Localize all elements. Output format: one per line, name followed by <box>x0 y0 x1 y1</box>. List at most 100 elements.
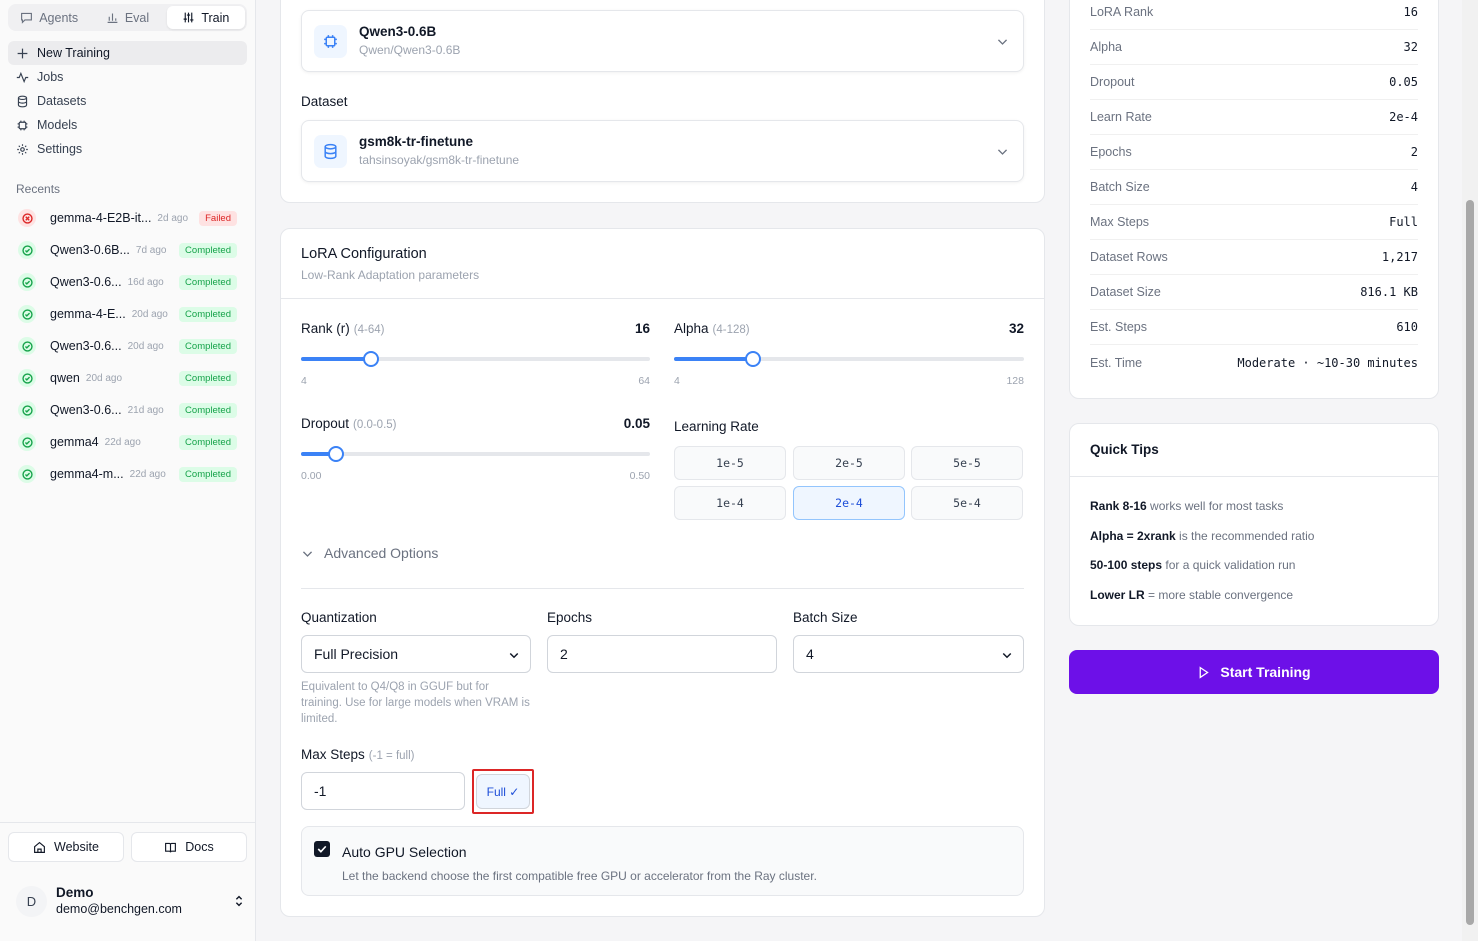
divider <box>1070 476 1438 477</box>
docs-button[interactable]: Docs <box>131 832 247 862</box>
tip-text: for a quick validation run <box>1162 558 1296 572</box>
summary-row: Max Steps Full <box>1090 205 1418 240</box>
advanced-options-toggle[interactable]: Advanced Options <box>301 545 438 561</box>
summary-key: Learn Rate <box>1090 110 1152 124</box>
x-circle-icon <box>18 209 36 227</box>
alpha-slider-thumb[interactable] <box>745 351 762 367</box>
sidebar-item-datasets[interactable]: Datasets <box>8 89 247 113</box>
recent-item[interactable]: Qwen3-0.6B... 7d ago Completed <box>8 234 247 266</box>
chip-icon <box>17 120 28 130</box>
sidebar-item-jobs[interactable]: Jobs <box>8 65 247 89</box>
lr-option-2e-5[interactable]: 2e-5 <box>793 446 905 480</box>
sidebar-item-new-training[interactable]: New Training <box>8 41 247 65</box>
lr-option-2e-4[interactable]: 2e-4 <box>793 486 905 520</box>
recent-item[interactable]: Qwen3-0.6... 21d ago Completed <box>8 394 247 426</box>
lr-option-1e-4[interactable]: 1e-4 <box>674 486 786 520</box>
recent-item-name: Qwen3-0.6... <box>50 403 122 417</box>
start-training-button[interactable]: Start Training <box>1069 650 1439 694</box>
recent-item[interactable]: Qwen3-0.6... 16d ago Completed <box>8 266 247 298</box>
sidebar-item-models[interactable]: Models <box>8 113 247 137</box>
recents-title: Recents <box>16 182 61 196</box>
summary-row: Alpha 32 <box>1090 30 1418 65</box>
scrollbar[interactable] <box>1462 0 1478 941</box>
epochs-input[interactable]: 2 <box>547 635 777 673</box>
user-email: demo@benchgen.com <box>56 902 182 916</box>
chevron-down-icon <box>509 652 519 659</box>
sidebar-item-settings[interactable]: Settings <box>8 137 247 161</box>
summary-key: Max Steps <box>1090 215 1150 229</box>
divider <box>301 588 1024 589</box>
status-badge: Failed <box>199 210 237 226</box>
tab-train-label: Train <box>201 10 230 25</box>
tab-eval[interactable]: Eval <box>88 6 166 29</box>
max-steps-input[interactable]: -1 <box>301 772 465 810</box>
quantization-select[interactable]: Full Precision <box>301 635 531 673</box>
summary-value: 2e-4 <box>1389 110 1418 124</box>
book-icon <box>165 842 177 852</box>
recent-item[interactable]: gemma4 22d ago Completed <box>8 426 247 458</box>
summary-value: 0.05 <box>1389 75 1418 89</box>
status-badge: Completed <box>179 466 237 482</box>
divider <box>0 822 255 823</box>
status-badge: Completed <box>179 242 237 258</box>
rank-slider-thumb[interactable] <box>362 351 379 367</box>
recent-item[interactable]: gemma-4-E... 20d ago Completed <box>8 298 247 330</box>
alpha-range: (4-128) <box>712 324 750 336</box>
model-select[interactable]: Qwen3-0.6B Qwen/Qwen3-0.6B <box>301 10 1024 72</box>
dropout-slider-thumb[interactable] <box>327 446 344 462</box>
check-circle-icon <box>18 369 36 387</box>
status-badge: Completed <box>179 402 237 418</box>
user-menu[interactable]: D Demo demo@benchgen.com <box>16 884 246 918</box>
recent-item[interactable]: gemma-4-E2B-it... 2d ago Failed <box>8 202 247 234</box>
dropout-slider[interactable] <box>301 446 650 462</box>
max-steps-full-button[interactable]: Full ✓ <box>476 774 530 809</box>
batch-size-select[interactable]: 4 <box>793 635 1024 673</box>
chevron-down-icon <box>997 39 1008 45</box>
alpha-slider[interactable] <box>674 351 1024 367</box>
lr-option-5e-4[interactable]: 5e-4 <box>911 486 1023 520</box>
recent-item-time: 2d ago <box>157 212 189 224</box>
auto-gpu-description: Let the backend choose the first compati… <box>342 869 817 883</box>
rank-slider[interactable] <box>301 351 650 367</box>
recent-item[interactable]: qwen 20d ago Completed <box>8 362 247 394</box>
auto-gpu-checkbox[interactable] <box>314 841 330 857</box>
recent-item-name: gemma-4-E... <box>50 307 126 321</box>
tab-train[interactable]: Train <box>166 6 245 29</box>
scrollbar-thumb[interactable] <box>1466 200 1474 925</box>
sidebar-item-label: Datasets <box>37 94 87 108</box>
tab-agents-label: Agents <box>39 10 79 25</box>
summary-value: 2 <box>1410 145 1418 159</box>
website-button[interactable]: Website <box>8 832 124 862</box>
summary-row: Dropout 0.05 <box>1090 65 1418 100</box>
tip-emphasis: Lower LR <box>1090 587 1145 602</box>
recent-item-name: gemma-4-E2B-it... <box>50 211 152 225</box>
bar-chart-icon <box>107 13 118 23</box>
lr-option-5e-5[interactable]: 5e-5 <box>911 446 1023 480</box>
chip-icon <box>314 24 347 58</box>
chevron-down-icon <box>1002 652 1012 659</box>
recent-item-name: Qwen3-0.6... <box>50 275 122 289</box>
tab-agents[interactable]: Agents <box>10 6 88 29</box>
recent-item-time: 16d ago <box>127 276 164 288</box>
tip-item: Alpha = 2xrank is the recommended ratio <box>1090 529 1314 543</box>
recent-item-name: Qwen3-0.6... <box>50 339 122 353</box>
dataset-label: Dataset <box>301 94 348 109</box>
dataset-name: gsm8k-tr-finetune <box>359 134 474 149</box>
model-name: Qwen3-0.6B <box>359 24 437 39</box>
tip-emphasis: Rank 8-16 <box>1090 499 1147 513</box>
alpha-max: 128 <box>1006 375 1024 387</box>
gear-icon <box>17 143 28 155</box>
dropout-label: Dropout (0.0-0.5) <box>301 416 397 431</box>
summary-value: 32 <box>1403 40 1418 54</box>
lr-option-1e-5[interactable]: 1e-5 <box>674 446 786 480</box>
recent-item[interactable]: Qwen3-0.6... 20d ago Completed <box>8 330 247 362</box>
sliders-icon <box>183 12 194 23</box>
rank-value: 16 <box>634 321 650 336</box>
dropout-min: 0.00 <box>301 470 322 482</box>
summary-key: Batch Size <box>1090 180 1150 194</box>
dataset-select[interactable]: gsm8k-tr-finetune tahsinsoyak/gsm8k-tr-f… <box>301 120 1024 182</box>
plus-icon <box>17 48 28 58</box>
check-circle-icon <box>18 337 36 355</box>
recent-item[interactable]: gemma4-m... 22d ago Completed <box>8 458 247 490</box>
avatar: D <box>16 885 47 917</box>
